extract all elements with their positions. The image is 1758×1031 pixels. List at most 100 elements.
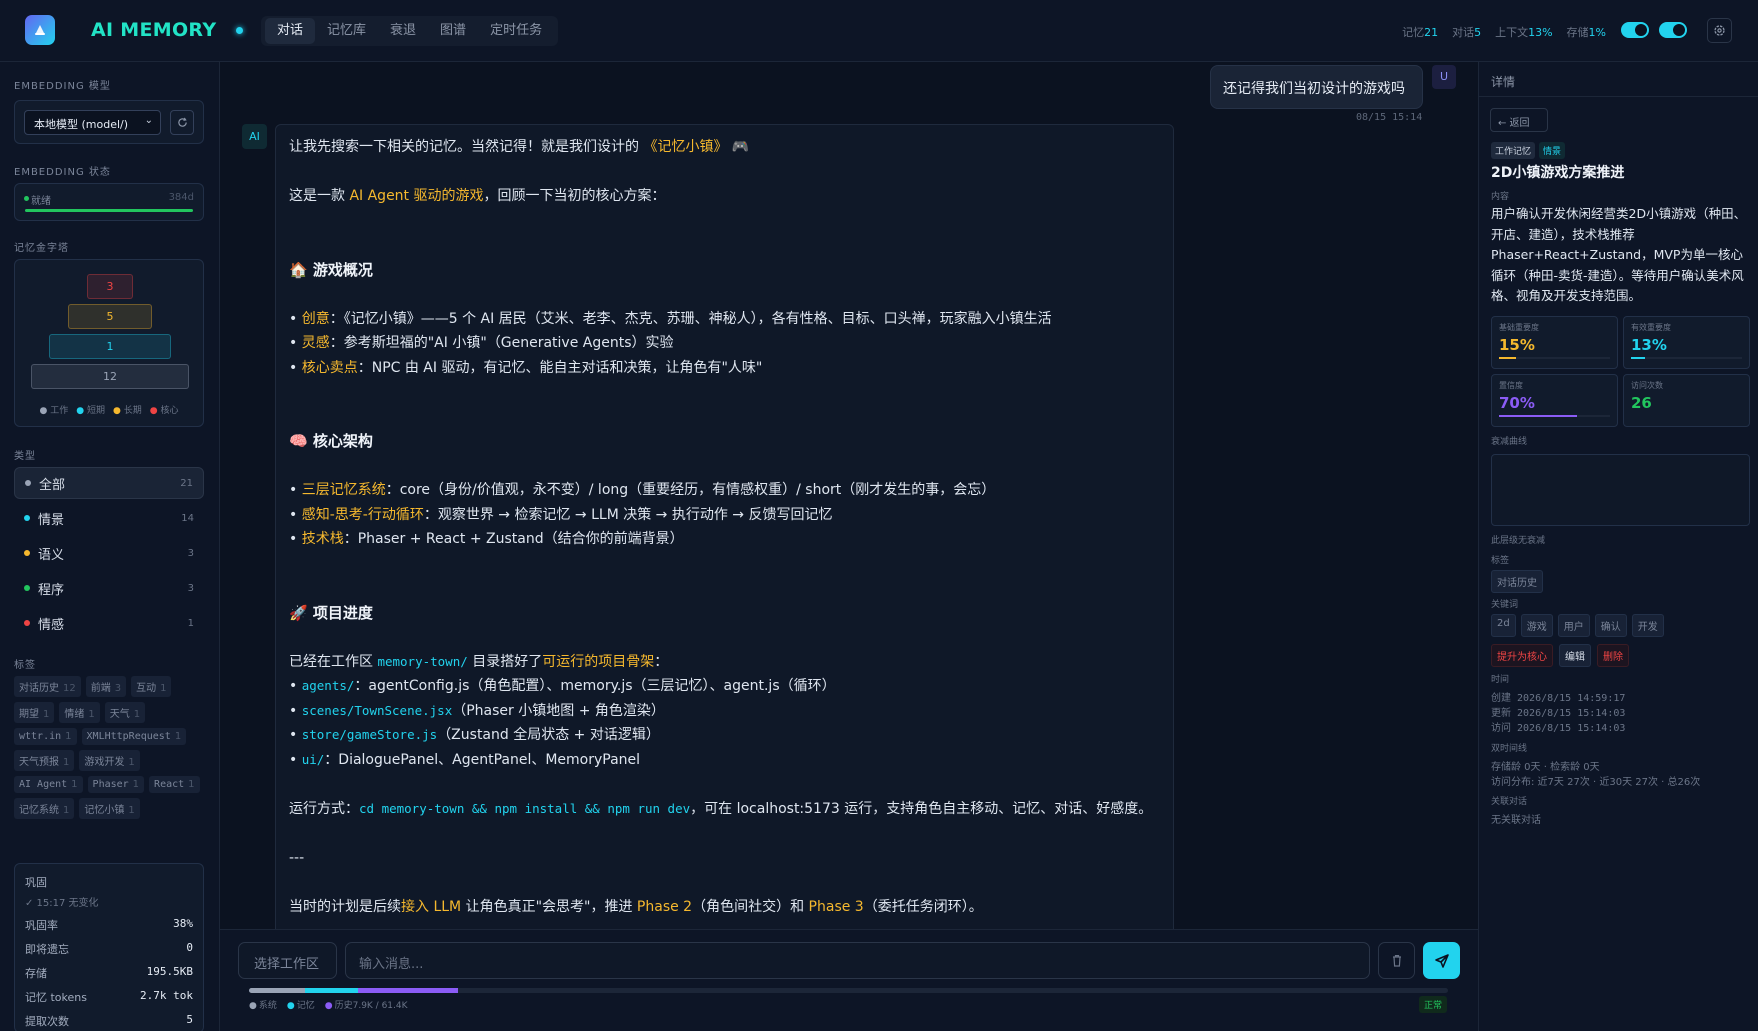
message-segment: ：NPC 由 AI 驱动，有记忆、能自主对话和决策，让角色有"人味" (357, 359, 763, 376)
tag-chip[interactable]: Phaser 1 (87, 776, 145, 793)
type-filter-4[interactable]: 情感 1 (14, 607, 204, 639)
memory-title: 2D小镇游戏方案推进 (1491, 165, 1625, 181)
message-segment: ：观察世界 → 检索记忆 → LLM 决策 → 执行动作 → 反馈写回记忆 (423, 506, 833, 523)
tag-count: 1 (63, 805, 70, 816)
memory-tag[interactable]: 对话历史 (1491, 570, 1543, 593)
tag-label: 游戏开发 (84, 757, 125, 768)
legend-dot: ● (149, 406, 161, 416)
type-filter-3[interactable]: 程序 3 (14, 572, 204, 604)
embedding-status-panel: 就绪 384d (14, 183, 204, 221)
tag-count: 1 (65, 731, 72, 742)
tag-chip[interactable]: 对话历史 12 (14, 676, 81, 697)
tag-chip[interactable]: XMLHttpRequest 1 (81, 728, 187, 745)
back-button[interactable]: ← 返回 (1490, 108, 1548, 132)
message-segment: （Zustand 全局状态 + 对话逻辑） (437, 727, 660, 743)
embedding-model-value: 本地模型 (model/) (34, 118, 129, 131)
main-nav: 对话 记忆库 衰退 图谱 定时任务 (261, 16, 559, 46)
action-button-2[interactable]: 删除 (1597, 644, 1629, 667)
related-value: 无关联对话 (1491, 815, 1541, 826)
metric-value: 26 (1631, 394, 1652, 412)
tab-4[interactable]: 定时任务 (478, 18, 554, 44)
consolidation-row: 提取次数 5 (25, 1013, 193, 1029)
pyramid-legend: ● 工作 ● 短期 ● 长期 ● 核心 (15, 403, 203, 416)
type-label: 情感 (38, 617, 65, 633)
memory-keywords: 2d 游戏 用户 确认 开发 (1491, 614, 1664, 637)
pyramid-level-0[interactable]: 3 (87, 274, 133, 299)
tag-chip[interactable]: wttr.in 1 (14, 728, 77, 745)
row-value: 5 (186, 1013, 193, 1026)
tab-1[interactable]: 记忆库 (315, 18, 378, 44)
type-filter-0[interactable]: 全部 21 (14, 467, 204, 499)
tab-3[interactable]: 图谱 (428, 18, 478, 44)
stat-label: 记忆 (1402, 26, 1425, 39)
type-label: 情景 (38, 512, 65, 528)
settings-button[interactable] (1707, 18, 1732, 43)
keyword-chip[interactable]: 开发 (1631, 614, 1664, 637)
stat-0: 记忆21 (1402, 24, 1438, 40)
tag-chip[interactable]: 游戏开发 1 (79, 750, 140, 771)
message-line: 这是一款 AI Agent 驱动的游戏，回顾一下当初的核心方案： (289, 184, 1160, 209)
refresh-button[interactable] (170, 110, 194, 135)
action-button-1[interactable]: 编辑 (1559, 644, 1591, 667)
metric-label: 置信度 (1499, 381, 1523, 390)
tag-chip[interactable]: 记忆小镇 1 (79, 798, 140, 819)
user-avatar: U (1432, 65, 1456, 89)
message-line: • scenes/TownScene.jsx（Phaser 小镇地图 + 角色渲… (289, 699, 1160, 724)
tag-chip[interactable]: 前端 3 (85, 676, 127, 697)
pyramid-level-3[interactable]: 12 (31, 364, 189, 389)
keywords-label: 关键词 (1491, 600, 1519, 610)
clear-button[interactable] (1378, 942, 1415, 979)
stat-label: 存储 (1566, 26, 1589, 39)
message-segment: • (289, 482, 302, 498)
tag-list: 对话历史 12 前端 3 互动 1 期望 1 情绪 1 天气 1 wttr.in 1 XMLHttpRequ… (14, 676, 208, 819)
type-filter-1[interactable]: 情景 14 (14, 502, 204, 534)
keyword-chip[interactable]: 2d (1491, 614, 1516, 637)
tag-chip[interactable]: AI Agent 1 (14, 776, 83, 793)
tag-chip[interactable]: 期望 1 (14, 702, 55, 723)
metric-label: 有效重要度 (1631, 323, 1671, 332)
memory-content: 用户确认开发休闲经营类2D小镇游戏（种田、开店、建造），技术栈推荐Phaser+… (1491, 206, 1747, 303)
action-button-0[interactable]: 提升为核心 (1491, 644, 1553, 667)
tag-chip[interactable]: 互动 1 (131, 676, 172, 697)
dual-time-ages: 存储龄 0天 · 检索龄 0天 (1491, 762, 1600, 773)
metric-bar-fill (1631, 357, 1646, 359)
row-label: 巩固率 (25, 919, 58, 932)
send-button[interactable] (1423, 942, 1460, 979)
tab-0[interactable]: 对话 (265, 18, 316, 44)
tag-chip[interactable]: 天气 1 (104, 702, 146, 723)
metric-label: 基础重要度 (1499, 323, 1539, 332)
decay-label: 衰减曲线 (1491, 437, 1528, 447)
message-line: 当时的计划是后续接入 LLM 让角色真正"会思考"，推进 Phase 2（角色间… (289, 895, 1160, 920)
context-legend-item: 历史7.9K / 61.4K (325, 998, 408, 1011)
message-line (289, 576, 1160, 601)
type-filter-2[interactable]: 语义 3 (14, 537, 204, 569)
row-label: 记忆 tokens (25, 991, 87, 1004)
keyword-chip[interactable]: 用户 (1557, 614, 1590, 637)
embedding-model-select[interactable]: 本地模型 (model/) ⌄ (24, 110, 161, 135)
keyword-chip[interactable]: 确认 (1594, 614, 1627, 637)
pyramid-level-1[interactable]: 5 (68, 304, 152, 329)
tab-2[interactable]: 衰退 (378, 18, 428, 44)
consolidation-row: 存储 195.5KB (25, 965, 193, 981)
pyramid-level-2[interactable]: 1 (49, 334, 171, 359)
type-dot (24, 585, 30, 591)
mode-toggle[interactable] (1659, 22, 1687, 38)
tag-chip[interactable]: React 1 (149, 776, 200, 793)
theme-toggle[interactable] (1621, 22, 1649, 38)
pyramid-legend-item: ● 核心 (150, 403, 179, 416)
message-input[interactable]: 输入消息... (345, 942, 1370, 979)
tag-count: 1 (43, 709, 50, 720)
related-label: 关联对话 (1491, 797, 1528, 807)
tag-label: AI Agent (19, 779, 68, 790)
message-line (289, 454, 1160, 479)
metric-card: 有效重要度 13% (1623, 316, 1750, 369)
keyword-chip[interactable]: 游戏 (1520, 614, 1553, 637)
message-line (289, 282, 1160, 307)
refresh-icon (177, 117, 187, 127)
message-segment: 感知-思考-行动循环 (301, 506, 424, 523)
metric-value: 13% (1631, 336, 1667, 354)
tag-chip[interactable]: 天气预报 1 (14, 750, 75, 771)
tag-chip[interactable]: 记忆系统 1 (14, 798, 75, 819)
workspace-select[interactable]: 选择工作区 (238, 942, 337, 979)
tag-chip[interactable]: 情绪 1 (59, 702, 100, 723)
